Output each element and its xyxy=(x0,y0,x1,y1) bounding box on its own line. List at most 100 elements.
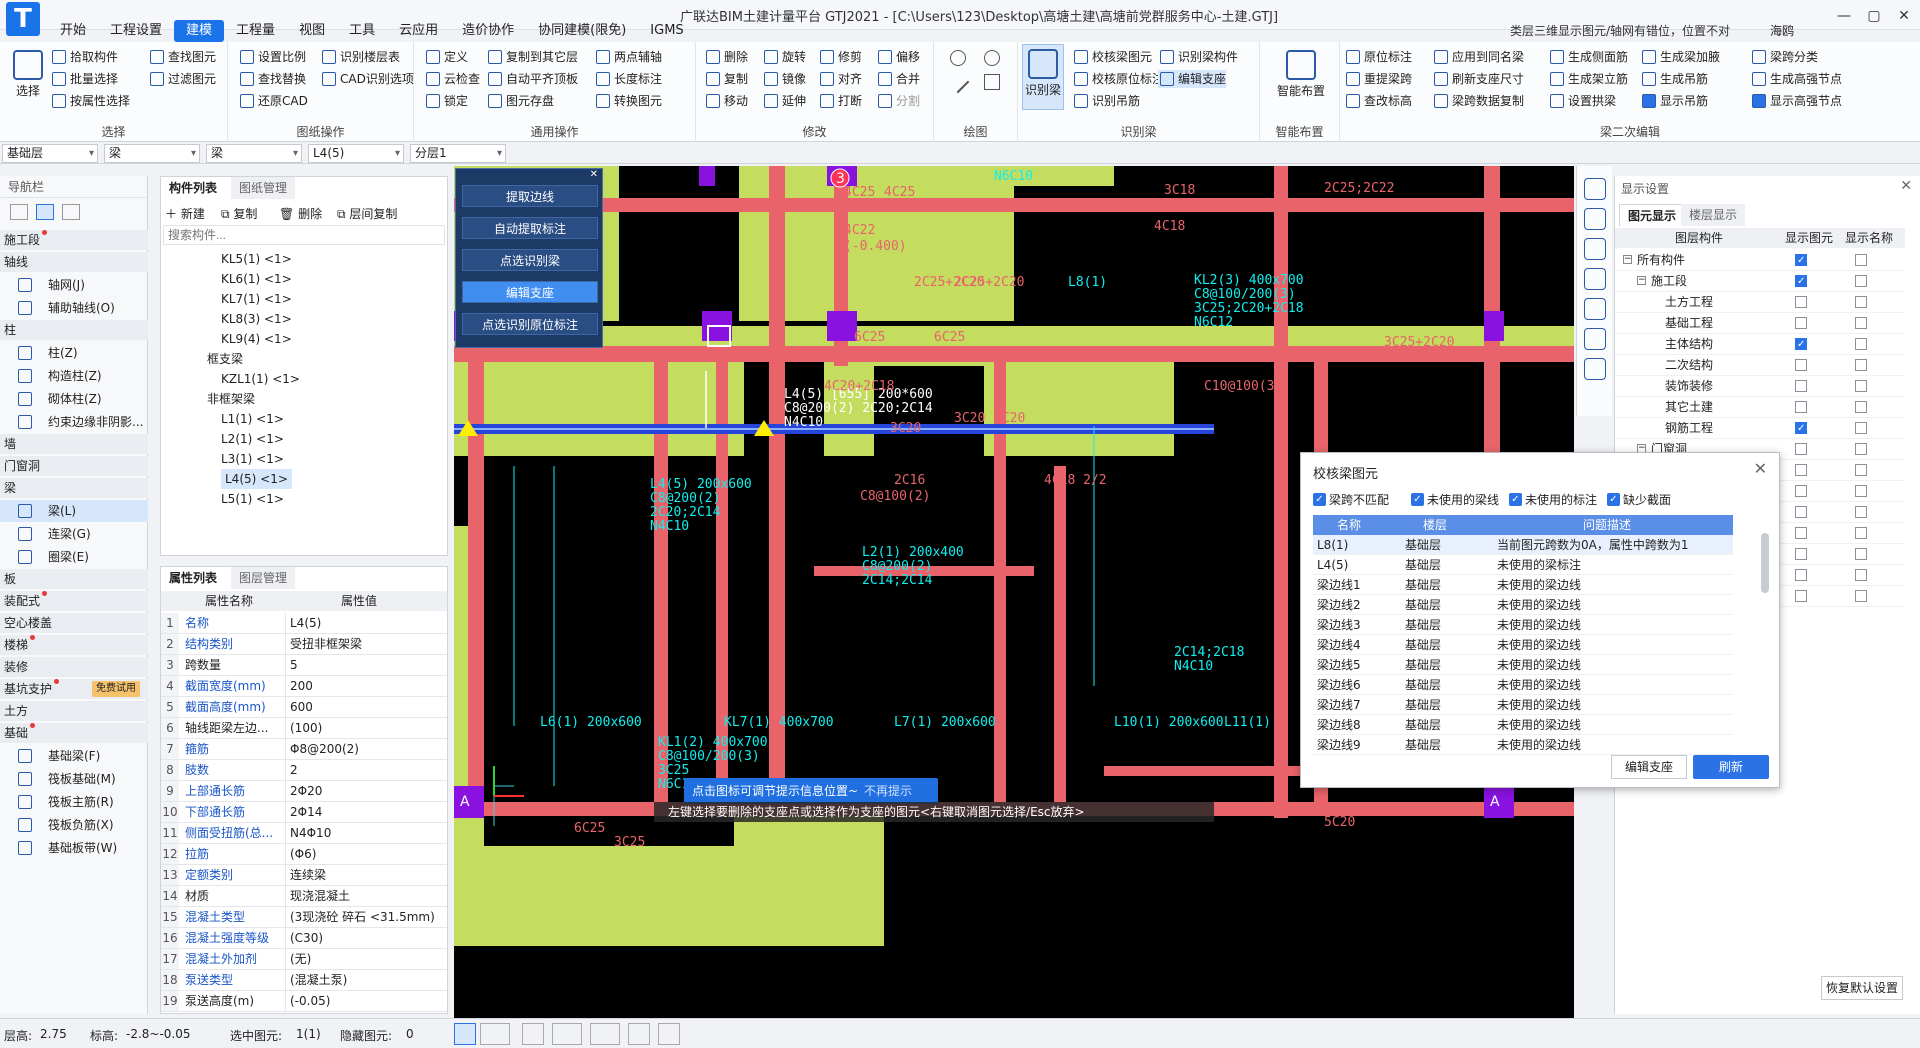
show-element-checkbox[interactable] xyxy=(1795,527,1807,539)
property-row[interactable]: 6 轴线距梁左边... (100) xyxy=(161,718,447,739)
property-row[interactable]: 15 混凝土类型 (3现浇砼 碎石 <31.5mm) xyxy=(161,907,447,928)
tab-component-list[interactable]: 构件列表 xyxy=(161,177,226,199)
length-dim-button[interactable]: 长度标注 xyxy=(594,70,662,88)
find-replace-button[interactable]: 查找替换 xyxy=(238,70,306,88)
show-name-checkbox[interactable] xyxy=(1855,590,1867,602)
menu-3[interactable]: 工程量 xyxy=(224,20,287,42)
property-row[interactable]: 2 结构类别 受扭非框架梁 xyxy=(161,634,447,655)
show-element-checkbox[interactable] xyxy=(1795,401,1807,413)
issue-row[interactable]: 梁边线2 基础层 未使用的梁边线 xyxy=(1313,595,1733,615)
check-unused-annotation[interactable]: ✓ 未使用的标注 xyxy=(1509,493,1597,507)
nav-item-foundation-2[interactable]: 筏板主筋(R) xyxy=(0,791,148,813)
tree-item[interactable]: KL9(4) <1> xyxy=(221,329,292,349)
copy-component-button[interactable]: ⧉ 复制 xyxy=(221,205,257,222)
note-icon[interactable] xyxy=(1584,358,1606,380)
tree-view-icon[interactable] xyxy=(36,204,54,220)
search-component-input[interactable] xyxy=(163,225,445,245)
gen-side-rebar-button[interactable]: 生成侧面筋 xyxy=(1548,48,1628,66)
property-row[interactable]: 10 下部通长筋 2Φ14 xyxy=(161,802,447,823)
tab-element-display[interactable]: 图元显示 xyxy=(1619,204,1686,226)
show-element-checkbox[interactable] xyxy=(1795,271,1807,292)
property-row[interactable]: 16 混凝土强度等级 (C30) xyxy=(161,928,447,949)
tree-item[interactable]: L4(5) <1> xyxy=(221,469,292,489)
nav-item-column-0[interactable]: 柱(Z) xyxy=(0,342,148,364)
float-menu-button-2[interactable]: 点选识别梁 xyxy=(462,249,598,271)
recognize-hanger-button[interactable]: 识别吊筋 xyxy=(1072,92,1140,110)
re-extract-span-button[interactable]: 重提梁跨 xyxy=(1344,70,1412,88)
nav-item-beam-2[interactable]: 圈梁(E) xyxy=(0,546,148,568)
two-point-axis-button[interactable]: 两点辅轴 xyxy=(594,48,662,66)
show-element-checkbox[interactable] xyxy=(1795,590,1807,602)
view-cube-icon[interactable] xyxy=(1584,268,1606,290)
nav-category[interactable]: 楼梯 xyxy=(0,635,148,655)
tab-layer-manage[interactable]: 图层管理 xyxy=(231,567,296,589)
tree-item[interactable]: L1(1) <1> xyxy=(221,409,284,429)
show-element-checkbox[interactable] xyxy=(1795,334,1807,355)
gen-erect-rebar-button[interactable]: 生成架立筋 xyxy=(1548,70,1628,88)
rect-select-icon[interactable] xyxy=(480,1023,510,1045)
property-row[interactable]: 3 跨数量 5 xyxy=(161,655,447,676)
tree-item[interactable]: L3(1) <1> xyxy=(221,449,284,469)
show-name-checkbox[interactable] xyxy=(1855,401,1867,413)
property-row[interactable]: 19 泵送高度(m) (-0.05) xyxy=(161,991,447,1012)
issue-row[interactable]: 梁边线8 基础层 未使用的梁边线 xyxy=(1313,715,1733,735)
tree-item[interactable]: KL7(1) <1> xyxy=(221,289,292,309)
rect-icon[interactable] xyxy=(984,74,1000,90)
nav-category[interactable]: 墙 xyxy=(0,434,148,454)
issue-row[interactable]: 梁边线5 基础层 未使用的梁边线 xyxy=(1313,655,1733,675)
point-icon[interactable] xyxy=(950,50,966,66)
issue-row[interactable]: 梁边线9 基础层 未使用的梁边线 xyxy=(1313,735,1733,755)
show-element-checkbox[interactable] xyxy=(1795,317,1807,329)
tree-item[interactable]: KL8(3) <1> xyxy=(221,309,292,329)
nav-item-foundation-4[interactable]: 基础板带(W) xyxy=(0,837,148,859)
show-name-checkbox[interactable] xyxy=(1855,464,1867,476)
cad-options-button[interactable]: CAD识别选项 xyxy=(320,70,414,88)
define-button[interactable]: 定义 xyxy=(424,48,468,66)
restore-default-button[interactable]: 恢复默认设置 xyxy=(1821,976,1903,1000)
show-name-checkbox[interactable] xyxy=(1855,317,1867,329)
cross-floor-copy-button[interactable]: ⧉ 层间复制 xyxy=(337,205,397,222)
nav-item-axis-1[interactable]: 辅助轴线(O) xyxy=(0,297,148,319)
extend-button[interactable]: 延伸 xyxy=(762,92,806,110)
property-row[interactable]: 12 拉筋 (Φ6) xyxy=(161,844,447,865)
show-element-checkbox[interactable] xyxy=(1795,359,1807,371)
tree-item[interactable]: KL5(1) <1> xyxy=(221,249,292,269)
restore-cad-button[interactable]: 还原CAD xyxy=(238,92,308,110)
show-hanger-toggle[interactable]: 显示吊筋 xyxy=(1640,92,1708,110)
free-trial-badge[interactable]: 免费试用 xyxy=(92,681,140,697)
delete-component-button[interactable]: 🗑 删除 xyxy=(279,205,322,222)
hint-banner[interactable]: 点击图标可调节提示信息位置~ 不再提示 xyxy=(684,778,938,804)
check-annotation-button[interactable]: 校核原位标注 xyxy=(1072,70,1164,88)
category-select[interactable]: 梁 xyxy=(104,144,200,163)
tab-drawing-manage[interactable]: 图纸管理 xyxy=(231,177,296,199)
pick-component-button[interactable]: 拾取构件 xyxy=(50,48,118,66)
cloud-check-button[interactable]: 云检查 xyxy=(424,70,480,88)
gen-hanger-button[interactable]: 生成吊筋 xyxy=(1640,70,1708,88)
list-view-icon[interactable] xyxy=(10,204,28,220)
menu-0[interactable]: 开始 xyxy=(48,20,98,42)
copy-span-data-button[interactable]: 梁跨数据复制 xyxy=(1432,92,1524,110)
layer-select[interactable]: 分层1 xyxy=(410,144,506,163)
nav-item-axis-0[interactable]: 轴网(J) xyxy=(0,274,148,296)
nav-item-column-2[interactable]: 砌体柱(Z) xyxy=(0,388,148,410)
tree-item[interactable]: KL6(1) <1> xyxy=(221,269,292,289)
edit-support-dialog-button[interactable]: 编辑支座 xyxy=(1611,755,1687,779)
nav-category[interactable]: 板 xyxy=(0,569,148,589)
show-name-checkbox[interactable] xyxy=(1855,380,1867,392)
issue-row[interactable]: 梁边线6 基础层 未使用的梁边线 xyxy=(1313,675,1733,695)
show-name-checkbox[interactable] xyxy=(1855,338,1867,350)
user-name[interactable]: 海鸥 xyxy=(1770,20,1794,42)
copy-button[interactable]: 复制 xyxy=(704,70,748,88)
copy-to-floor-button[interactable]: 复制到其它层 xyxy=(486,48,578,66)
dialog-close-icon[interactable]: ✕ xyxy=(1754,459,1767,478)
fit-view-icon[interactable] xyxy=(1584,298,1606,320)
property-row[interactable]: 7 箍筋 Φ8@200(2) xyxy=(161,739,447,760)
lock-button[interactable]: 锁定 xyxy=(424,92,468,110)
show-element-checkbox[interactable] xyxy=(1795,443,1807,455)
measure-icon[interactable] xyxy=(658,1023,680,1045)
show-element-checkbox[interactable] xyxy=(1795,569,1807,581)
property-row[interactable]: 8 肢数 2 xyxy=(161,760,447,781)
maximize-button[interactable]: ▢ xyxy=(1860,6,1888,26)
menu-4[interactable]: 视图 xyxy=(287,20,337,42)
tree-item[interactable]: L5(1) <1> xyxy=(221,489,284,509)
